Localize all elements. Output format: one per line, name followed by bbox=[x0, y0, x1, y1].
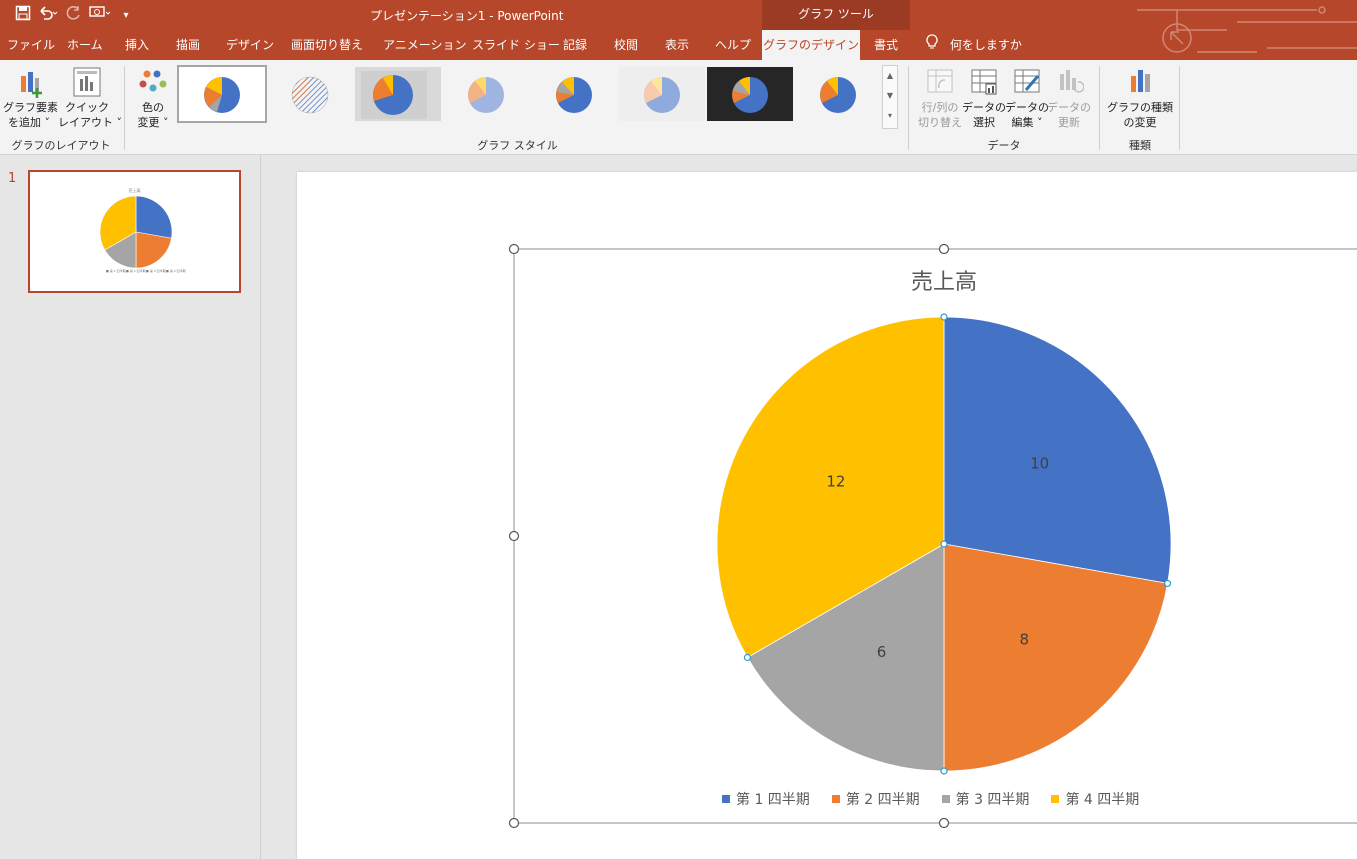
slice-point-handle[interactable] bbox=[743, 653, 752, 662]
resize-handle-top-left[interactable] bbox=[508, 243, 520, 255]
slice-point-handle[interactable] bbox=[1163, 579, 1172, 588]
legend-label: 第 4 四半期 bbox=[1065, 792, 1140, 808]
legend-item: 第 3 四半期 bbox=[941, 789, 1030, 809]
legend-swatch bbox=[941, 795, 950, 803]
slice-point-handle[interactable] bbox=[940, 313, 948, 321]
pie-slice[interactable] bbox=[943, 316, 1172, 584]
resize-handle-bottom[interactable] bbox=[938, 817, 950, 829]
legend-item: 第 2 四半期 bbox=[831, 789, 920, 809]
legend-item: 第 4 四半期 bbox=[1051, 789, 1139, 809]
resize-handle-bottom-left[interactable] bbox=[508, 817, 520, 829]
pie-slice[interactable] bbox=[943, 543, 1169, 772]
resize-handle-left[interactable] bbox=[508, 530, 520, 542]
pie-center-handle[interactable] bbox=[940, 540, 948, 548]
legend-label: 第 3 四半期 bbox=[955, 792, 1030, 808]
resize-handle-top[interactable] bbox=[938, 243, 950, 255]
legend-label: 第 1 四半期 bbox=[736, 792, 810, 808]
data-label[interactable]: 10 bbox=[1030, 455, 1049, 473]
legend-swatch bbox=[831, 795, 840, 803]
legend-swatch bbox=[1051, 795, 1060, 803]
data-label[interactable]: 6 bbox=[877, 643, 887, 661]
chart-area[interactable]: 10 8 6 12 bbox=[0, 0, 1357, 859]
slice-point-handle[interactable] bbox=[940, 767, 948, 775]
chart-legend[interactable]: 第 1 四半期 第 2 四半期 第 3 四半期 第 4 四半期 bbox=[722, 789, 1139, 809]
legend-item: 第 1 四半期 bbox=[722, 789, 810, 809]
chart-title[interactable]: 売上高 bbox=[911, 264, 977, 296]
legend-label: 第 2 四半期 bbox=[845, 792, 920, 808]
data-label[interactable]: 12 bbox=[826, 473, 845, 491]
data-label[interactable]: 8 bbox=[1019, 631, 1029, 649]
legend-swatch bbox=[722, 795, 730, 803]
